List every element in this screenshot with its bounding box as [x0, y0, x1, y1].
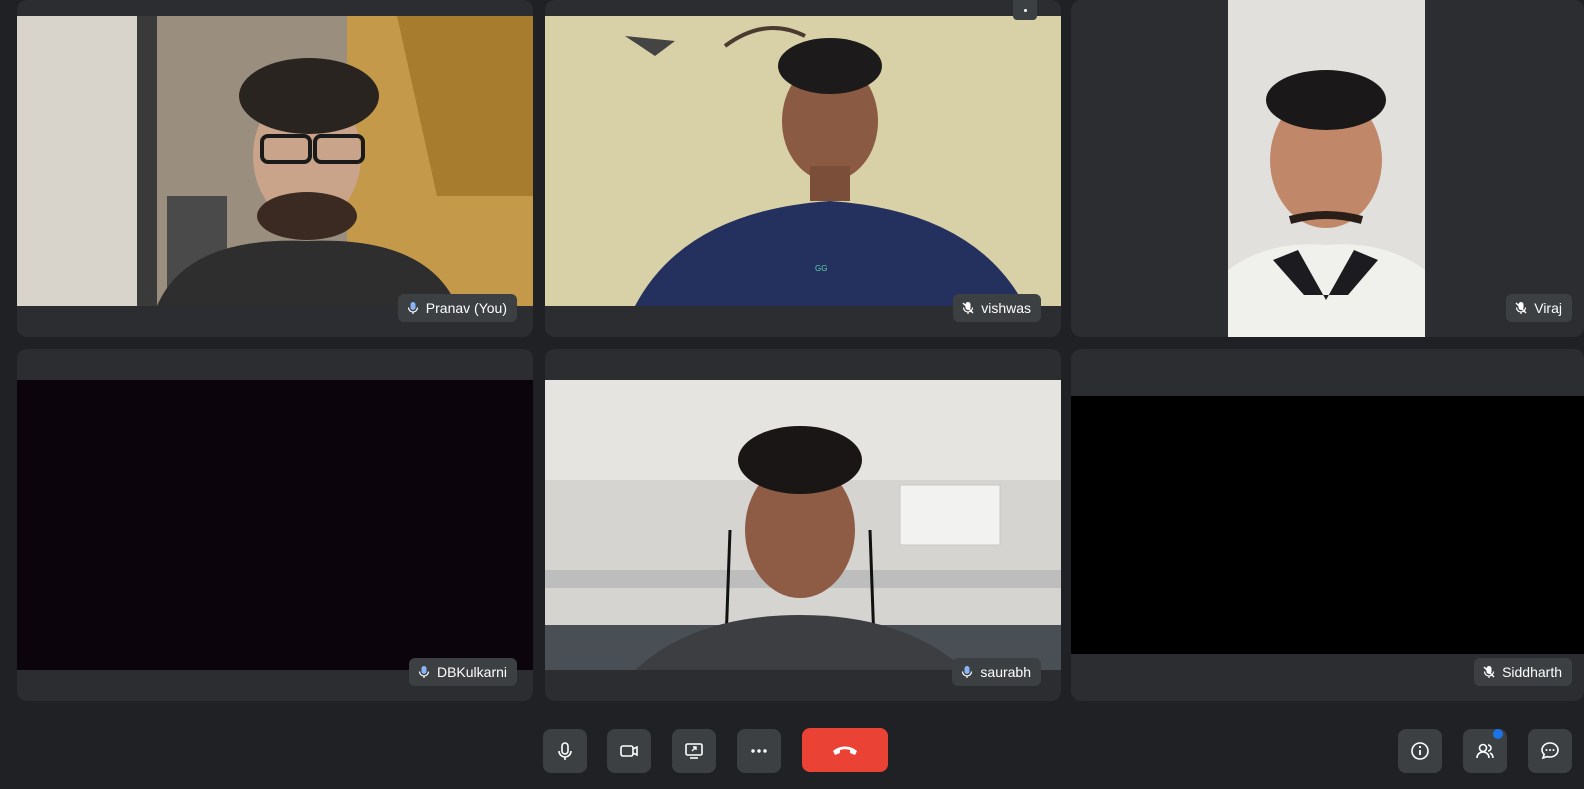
- chat-button[interactable]: [1528, 729, 1572, 773]
- participant-tile-saurabh[interactable]: saurabh: [545, 349, 1061, 701]
- options-indicator[interactable]: [1013, 0, 1037, 20]
- svg-text:GG: GG: [815, 264, 827, 273]
- name-tag-siddharth: Siddharth: [1474, 658, 1572, 686]
- participant-tile-vishwas[interactable]: GG vishwas: [545, 0, 1061, 337]
- screen-share-icon: [683, 740, 705, 762]
- video-feed-vishwas: GG: [545, 16, 1061, 306]
- people-icon: [1474, 740, 1496, 762]
- notification-dot: [1493, 729, 1503, 739]
- microphone-icon: [554, 740, 576, 762]
- mic-off-icon: [1482, 665, 1496, 679]
- mic-on-icon: [417, 665, 431, 679]
- end-call-icon: [831, 742, 859, 758]
- video-feed-dbkulkarni: [17, 380, 533, 670]
- name-tag-viraj: Viraj: [1506, 294, 1572, 322]
- more-options-icon: [748, 740, 770, 762]
- more-options-button[interactable]: [737, 729, 781, 773]
- participant-name: Viraj: [1534, 300, 1562, 316]
- name-tag-vishwas: vishwas: [953, 294, 1041, 322]
- participant-name: saurabh: [980, 664, 1031, 680]
- name-tag-saurabh: saurabh: [952, 658, 1041, 686]
- video-feed-saurabh: [545, 380, 1061, 670]
- participant-name: DBKulkarni: [436, 664, 507, 680]
- microphone-button[interactable]: [543, 729, 587, 773]
- chat-icon: [1539, 740, 1561, 762]
- info-button[interactable]: [1398, 729, 1442, 773]
- name-tag-dbkulkarni: DBKulkarni: [408, 658, 517, 686]
- mic-on-icon: [960, 665, 974, 679]
- mic-off-icon: [1514, 301, 1528, 315]
- mic-on-icon: [406, 301, 420, 315]
- end-call-button[interactable]: [802, 728, 888, 772]
- info-icon: [1409, 740, 1431, 762]
- video-feed-pranav: [17, 16, 533, 306]
- participant-name: vishwas: [981, 300, 1031, 316]
- video-feed-siddharth: [1071, 396, 1584, 654]
- mic-off-icon: [961, 301, 975, 315]
- name-tag-pranav: Pranav (You): [397, 294, 517, 322]
- participant-name: Siddharth: [1502, 664, 1562, 680]
- participant-tile-siddharth[interactable]: Siddharth: [1071, 349, 1584, 701]
- screen-share-button[interactable]: [672, 729, 716, 773]
- participant-tile-dbkulkarni[interactable]: DBKulkarni: [17, 349, 533, 701]
- participant-tile-pranav[interactable]: Pranav (You): [17, 0, 533, 337]
- video-feed-viraj: [1228, 0, 1425, 337]
- camera-icon: [618, 740, 640, 762]
- participant-tile-viraj[interactable]: Viraj: [1071, 0, 1584, 337]
- participant-name: Pranav (You): [425, 300, 507, 316]
- camera-button[interactable]: [607, 729, 651, 773]
